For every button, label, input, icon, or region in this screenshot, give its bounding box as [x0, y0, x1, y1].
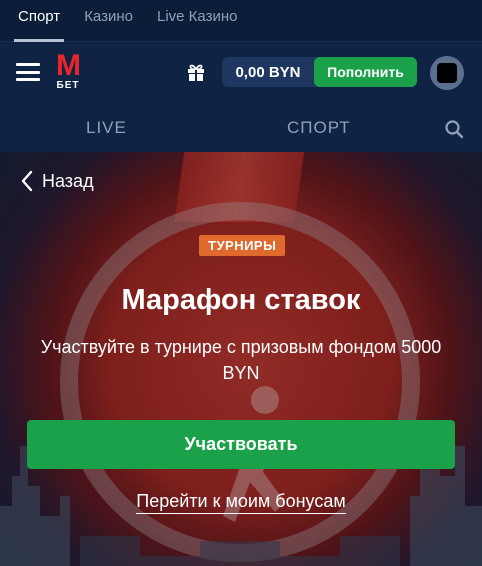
header: M БЕТ 0,00 BYN Пополнить: [0, 42, 482, 102]
top-tabs: Спорт Казино Live Казино: [0, 0, 482, 42]
menu-icon[interactable]: [16, 63, 40, 81]
tournament-description: Участвуйте в турнире с призовым фондом 5…: [40, 337, 442, 383]
nav-live[interactable]: LIVE: [86, 118, 127, 138]
logo-sub: БЕТ: [56, 80, 80, 91]
nav-sport[interactable]: СПОРТ: [287, 118, 351, 138]
balance-box[interactable]: 0,00 BYN Пополнить: [222, 57, 417, 87]
search-icon[interactable]: [444, 119, 464, 139]
tab-live-casino[interactable]: Live Казино: [155, 8, 239, 41]
balance-amount: 0,00 BYN: [235, 63, 301, 81]
tab-sport[interactable]: Спорт: [13, 8, 65, 42]
logo[interactable]: M БЕТ: [55, 49, 81, 92]
tournament-banner: Назад ТУРНИРЫ Марафон ставок Участвуйте …: [0, 152, 482, 566]
avatar[interactable]: [430, 56, 464, 90]
tab-casino[interactable]: Казино: [82, 8, 135, 41]
my-bonuses-link[interactable]: Перейти к моим бонусам: [136, 491, 346, 514]
category-badge: ТУРНИРЫ: [199, 235, 286, 256]
bonus-link-row: Перейти к моим бонусам: [0, 491, 482, 514]
chevron-left-icon: [21, 170, 33, 192]
back-link[interactable]: Назад: [20, 170, 94, 192]
logo-letter: M: [56, 49, 81, 82]
back-label: Назад: [42, 170, 94, 191]
sub-nav: LIVE СПОРТ: [0, 102, 482, 152]
participate-button[interactable]: Участвовать: [27, 420, 455, 469]
gift-icon[interactable]: [186, 62, 206, 82]
page-title: Марафон ставок: [121, 284, 361, 316]
topup-button[interactable]: Пополнить: [314, 57, 417, 87]
